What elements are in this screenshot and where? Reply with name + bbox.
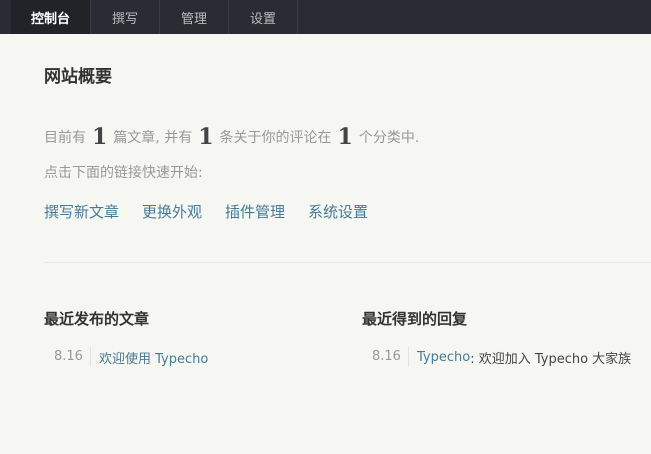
post-count: 1: [92, 124, 108, 150]
plugin-management-link[interactable]: 插件管理: [225, 201, 285, 222]
post-title-link[interactable]: 欢迎使用 Typecho: [91, 348, 208, 367]
change-theme-link[interactable]: 更换外观: [142, 201, 202, 222]
post-date: 8.16: [44, 347, 91, 367]
section-divider: [44, 262, 651, 263]
summary-prefix: 目前有: [44, 130, 86, 146]
system-settings-link[interactable]: 系统设置: [308, 201, 368, 222]
reply-author-link[interactable]: Typecho: [409, 350, 470, 365]
recent-replies-section: 最近得到的回复 8.16 Typecho: 欢迎加入 Typecho 大家族: [362, 308, 631, 367]
summary-mid1: 篇文章, 并有: [113, 130, 193, 146]
quick-links: 撰写新文章 更换外观 插件管理 系统设置: [44, 201, 368, 222]
write-new-post-link[interactable]: 撰写新文章: [44, 201, 119, 222]
recent-replies-title: 最近得到的回复: [362, 310, 468, 328]
site-summary: 目前有 1 篇文章, 并有 1 条关于你的评论在 1 个分类中.: [44, 124, 419, 150]
reply-date: 8.16: [362, 347, 409, 367]
recent-posts-title: 最近发布的文章: [44, 310, 150, 328]
summary-mid2: 条关于你的评论在: [219, 130, 332, 146]
nav-manage[interactable]: 管理: [160, 0, 229, 34]
recent-posts-section: 最近发布的文章 8.16 欢迎使用 Typecho: [44, 308, 208, 367]
page-title: 网站概要: [44, 67, 112, 87]
summary-suffix: 个分类中.: [358, 130, 420, 146]
list-item: 8.16 Typecho: 欢迎加入 Typecho 大家族: [362, 347, 631, 367]
nav-settings[interactable]: 设置: [229, 0, 298, 34]
top-navigation-bar: 控制台 撰写 管理 设置: [0, 0, 651, 34]
reply-text: : 欢迎加入 Typecho 大家族: [470, 351, 632, 367]
category-count: 1: [337, 124, 353, 150]
list-item: 8.16 欢迎使用 Typecho: [44, 347, 208, 367]
quick-start-hint: 点击下面的链接快速开始:: [44, 165, 203, 181]
nav-dashboard[interactable]: 控制台: [11, 0, 91, 34]
comment-count: 1: [198, 124, 214, 150]
nav-write[interactable]: 撰写: [91, 0, 160, 34]
